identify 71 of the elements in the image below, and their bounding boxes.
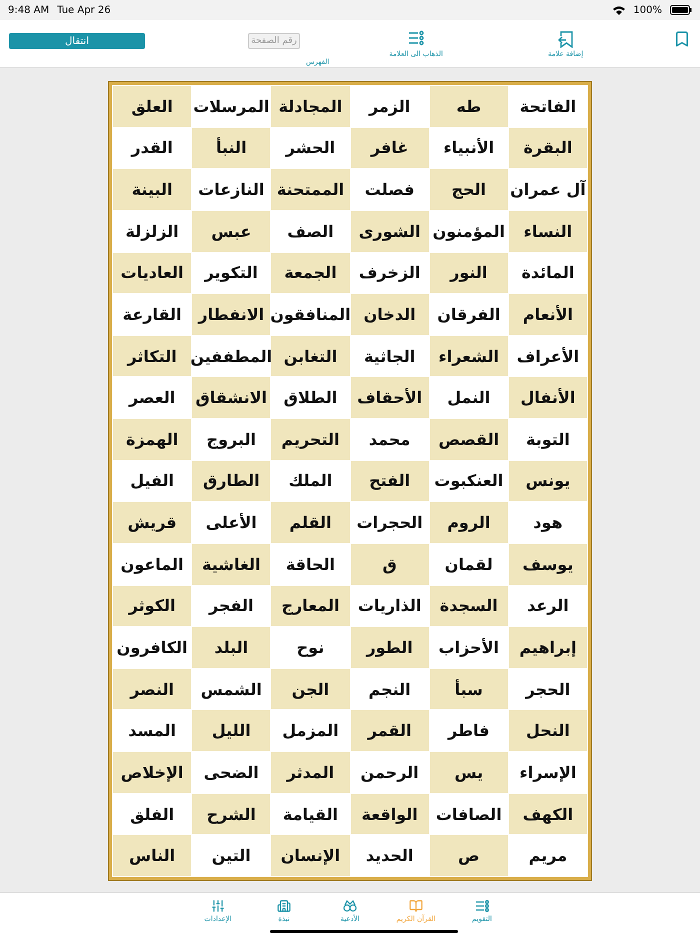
surah-name[interactable]: يونس (508, 460, 587, 502)
list-icon[interactable] (408, 30, 424, 46)
surah-name[interactable]: البينة (113, 169, 192, 210)
surah-name[interactable]: الشورى (350, 210, 429, 252)
surah-name[interactable]: طه (430, 86, 508, 127)
surah-name[interactable]: الفتح (350, 460, 429, 502)
surah-name[interactable]: الممتحنة (271, 169, 350, 210)
book-icon (409, 899, 423, 913)
surah-name[interactable]: ص (430, 835, 508, 876)
status-time: 9:48 AM (8, 4, 50, 16)
surah-name[interactable]: الشرح (192, 794, 270, 834)
battery-percent: 100% (633, 4, 662, 16)
surah-name[interactable]: النبأ (192, 128, 270, 168)
surah-name[interactable]: التغابن (271, 336, 350, 376)
wifi-icon (613, 6, 626, 14)
surah-name[interactable]: غافر (350, 128, 429, 168)
surah-name[interactable]: القمر (350, 710, 429, 752)
surah-name[interactable]: النحل (508, 710, 587, 752)
surah-name[interactable]: الغاشية (192, 544, 270, 585)
sliders-icon (211, 899, 225, 913)
surah-name[interactable]: الأنفال (508, 377, 587, 418)
surah-name[interactable]: الإخلاص (113, 752, 192, 793)
surah-name[interactable]: النساء (508, 210, 587, 252)
surah-name[interactable]: الإنسان (271, 835, 350, 876)
surah-name[interactable]: المعارج (271, 586, 350, 626)
surah-name[interactable]: العاديات (113, 252, 192, 294)
surah-name[interactable]: النصر (113, 668, 192, 710)
surah-name[interactable]: البقرة (508, 128, 587, 168)
surah-name[interactable]: الجن (271, 668, 350, 710)
list-icon (475, 899, 489, 913)
surah-name[interactable]: الهمزة (113, 419, 192, 460)
surah-name[interactable]: ق (350, 544, 429, 585)
surah-name[interactable]: الطارق (192, 460, 270, 502)
building-icon (277, 899, 291, 913)
surah-name[interactable]: القلم (271, 502, 350, 543)
surah-name[interactable]: الانشقاق (192, 377, 270, 418)
surah-name[interactable]: الكوثر (113, 586, 192, 626)
status-date: Tue Apr 26 (57, 4, 111, 16)
surah-name[interactable]: العلق (113, 86, 192, 127)
surah-name[interactable]: الروم (430, 502, 508, 543)
surah-name[interactable]: السجدة (430, 586, 508, 626)
surah-name[interactable]: القصص (430, 419, 508, 460)
surah-name[interactable]: المدثر (271, 752, 350, 793)
surah-name[interactable]: يوسف (508, 544, 587, 585)
surah-name[interactable]: الدخان (350, 294, 429, 335)
surah-name[interactable]: النور (430, 252, 508, 294)
page-number-field[interactable]: رقم الصفحة (248, 33, 300, 49)
surah-name[interactable]: الأنعام (508, 294, 587, 335)
surah-name[interactable]: المجادلة (271, 86, 350, 127)
surah-name[interactable]: قريش (113, 502, 192, 543)
surah-name[interactable]: التكاثر (113, 336, 192, 376)
surah-name[interactable]: الأحقاف (350, 377, 429, 418)
surah-name[interactable]: الكهف (508, 794, 587, 834)
surah-name[interactable]: الانفطار (192, 294, 270, 335)
surah-name[interactable]: الواقعة (350, 794, 429, 834)
bookmark-icon[interactable] (673, 30, 691, 48)
surah-name[interactable]: الجمعة (271, 252, 350, 294)
surah-name[interactable]: الحج (430, 169, 508, 210)
battery-icon (670, 5, 692, 15)
surah-name[interactable]: التحريم (271, 419, 350, 460)
surah-name[interactable]: الليل (192, 710, 270, 752)
surah-name[interactable]: الشعراء (430, 336, 508, 376)
surah-name[interactable]: البلد (192, 627, 270, 668)
bookmark-arrow-icon[interactable] (558, 30, 574, 48)
surah-name[interactable]: الطور (350, 627, 429, 668)
surah-name[interactable]: سبأ (430, 668, 508, 710)
surah-name[interactable]: إبراهيم (508, 627, 587, 668)
surah-name[interactable]: يس (430, 752, 508, 793)
surah-name[interactable]: الناس (113, 835, 192, 876)
surah-name[interactable]: عبس (192, 210, 270, 252)
go-button[interactable]: انتقال (9, 33, 145, 49)
